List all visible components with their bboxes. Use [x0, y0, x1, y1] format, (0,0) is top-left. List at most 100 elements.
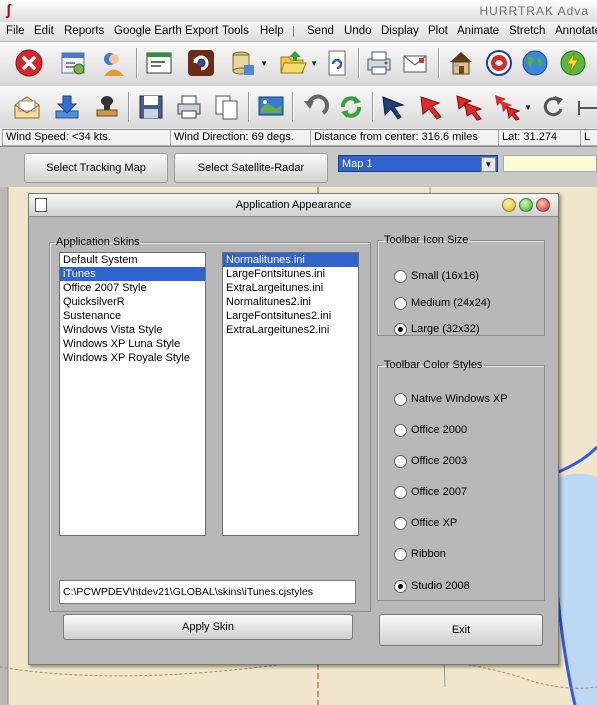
- radio-button-selected[interactable]: [394, 323, 407, 336]
- menu-help[interactable]: Help: [260, 25, 284, 37]
- radio-dot: [398, 584, 403, 589]
- house-icon[interactable]: [444, 46, 478, 80]
- dimension-icon[interactable]: [574, 90, 597, 124]
- list-item[interactable]: QuicksilverR: [60, 295, 205, 309]
- minimize-icon[interactable]: [502, 198, 516, 212]
- menu-separator: |: [292, 25, 295, 37]
- lightning-icon[interactable]: [556, 46, 590, 80]
- menu-display[interactable]: Display: [381, 25, 419, 37]
- red-arrow-icon[interactable]: [414, 90, 448, 124]
- list-item[interactable]: Normalitunes.ini: [223, 253, 358, 267]
- download-icon[interactable]: [50, 90, 84, 124]
- app-logo-icon: ʃ: [6, 2, 11, 19]
- wind-speed-status: Wind Speed: <34 kts.: [2, 129, 171, 146]
- world-icon[interactable]: [518, 46, 552, 80]
- list-item[interactable]: iTunes: [60, 267, 205, 281]
- refresh-arc-icon[interactable]: [334, 90, 368, 124]
- skin-path-field[interactable]: C:\PCWPDEV\htdev21\GLOBAL\skins\iTunes.c…: [59, 580, 356, 604]
- chevron-down-icon[interactable]: ▼: [481, 157, 496, 172]
- window-title: HURRTRAK Adva: [479, 4, 589, 18]
- print-icon[interactable]: [172, 90, 206, 124]
- close-icon[interactable]: [12, 46, 46, 80]
- close-icon[interactable]: [536, 198, 550, 212]
- apply-skin-button[interactable]: Apply Skin: [63, 614, 353, 640]
- chevron-down-icon[interactable]: ▼: [310, 59, 318, 68]
- menu-undo[interactable]: Undo: [344, 25, 372, 37]
- radio-button-selected[interactable]: [394, 580, 407, 593]
- radio-label: Ribbon: [411, 548, 446, 560]
- menu-reports[interactable]: Reports: [64, 25, 104, 37]
- application-skins-legend: Application Skins: [56, 236, 140, 248]
- menu-stretch[interactable]: Stretch: [509, 25, 545, 37]
- toolbar-separator: [372, 92, 374, 122]
- radio-button[interactable]: [394, 393, 407, 406]
- radio-button[interactable]: [394, 455, 407, 468]
- satellite-map-icon[interactable]: [254, 90, 288, 124]
- storm-icon[interactable]: [482, 46, 516, 80]
- list-item[interactable]: Sustenance: [60, 309, 205, 323]
- menu-file[interactable]: File: [6, 25, 25, 37]
- radio-label: Office 2007: [411, 486, 468, 498]
- exit-button[interactable]: Exit: [379, 614, 543, 646]
- menu-tools[interactable]: Tools: [222, 25, 249, 37]
- menu-animate[interactable]: Animate: [457, 25, 499, 37]
- secondary-toolbar: ▼: [0, 86, 597, 129]
- menu-google-earth-export[interactable]: Google Earth Export: [114, 25, 218, 37]
- radio-button[interactable]: [394, 297, 407, 310]
- triple-red-arrow-icon[interactable]: ▼: [490, 90, 532, 124]
- list-item[interactable]: Windows XP Royale Style: [60, 351, 205, 365]
- radio-button[interactable]: [394, 270, 407, 283]
- document-refresh-icon[interactable]: [320, 46, 354, 80]
- dialog-title: Application Appearance: [235, 199, 352, 211]
- radio-button[interactable]: [394, 486, 407, 499]
- open-folder-icon[interactable]: ▼: [276, 46, 318, 80]
- title-bar: ʃ HURRTRAK Adva: [0, 0, 597, 23]
- database-icon[interactable]: ▼: [226, 46, 268, 80]
- cursor-arrow-icon[interactable]: [376, 90, 410, 124]
- list-item[interactable]: ExtraLargeitunes.ini: [223, 281, 358, 295]
- list-item[interactable]: Normalitunes2.ini: [223, 295, 358, 309]
- rotate-icon[interactable]: [536, 90, 570, 124]
- extra-status: L: [580, 129, 597, 146]
- save-icon[interactable]: [134, 90, 168, 124]
- double-red-arrow-icon[interactable]: [452, 90, 486, 124]
- skin-ini-listbox[interactable]: Normalitunes.ini LargeFontsitunes.ini Ex…: [222, 252, 359, 536]
- open-envelope-icon[interactable]: [10, 90, 44, 124]
- list-item[interactable]: Windows XP Luna Style: [60, 337, 205, 351]
- preferences-window-icon[interactable]: [56, 46, 90, 80]
- select-tracking-map-button[interactable]: Select Tracking Map: [24, 153, 168, 183]
- window-icon[interactable]: [142, 46, 176, 80]
- list-item[interactable]: ExtraLargeitunes2.ini: [223, 323, 358, 337]
- list-item[interactable]: LargeFontsitunes2.ini: [223, 309, 358, 323]
- user-globe-icon[interactable]: [96, 46, 130, 80]
- refresh-icon[interactable]: [184, 46, 218, 80]
- map-select-dropdown[interactable]: Map 1 ▼: [338, 155, 498, 172]
- mail-icon[interactable]: [398, 46, 432, 80]
- list-item[interactable]: Windows Vista Style: [60, 323, 205, 337]
- chevron-down-icon[interactable]: ▼: [260, 59, 268, 68]
- radio-button[interactable]: [394, 548, 407, 561]
- undo-arc-icon[interactable]: [298, 90, 332, 124]
- maximize-icon[interactable]: [519, 198, 533, 212]
- list-item[interactable]: Office 2007 Style: [60, 281, 205, 295]
- radio-label: Studio 2008: [411, 580, 470, 592]
- map-info-field[interactable]: [503, 155, 597, 172]
- skins-listbox[interactable]: Default System iTunes Office 2007 Style …: [59, 252, 206, 536]
- toolbar-separator: [248, 92, 250, 122]
- menu-edit[interactable]: Edit: [34, 25, 54, 37]
- printer-setup-icon[interactable]: [362, 46, 396, 80]
- select-satellite-radar-button[interactable]: Select Satellite-Radar: [174, 153, 328, 183]
- chevron-down-icon[interactable]: ▼: [524, 103, 532, 112]
- list-item[interactable]: LargeFontsitunes.ini: [223, 267, 358, 281]
- menu-annotate[interactable]: Annotate: [555, 25, 597, 37]
- menu-send[interactable]: Send: [307, 25, 334, 37]
- radio-button[interactable]: [394, 424, 407, 437]
- copy-icon[interactable]: [210, 90, 244, 124]
- menu-plot[interactable]: Plot: [428, 25, 448, 37]
- radio-label: Office 2003: [411, 455, 468, 467]
- stamp-icon[interactable]: [90, 90, 124, 124]
- list-item[interactable]: Default System: [60, 253, 205, 267]
- radio-button[interactable]: [394, 517, 407, 530]
- toolbar-separator: [136, 48, 138, 78]
- dialog-title-bar[interactable]: Application Appearance: [29, 194, 558, 217]
